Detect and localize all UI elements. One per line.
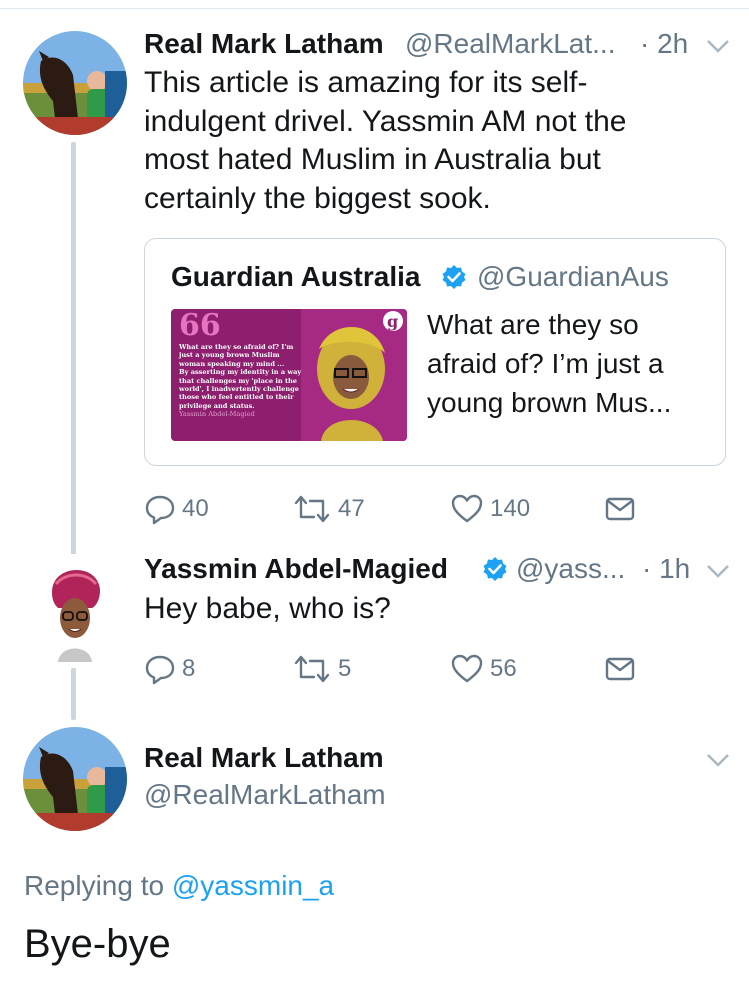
reply-icon [145,495,175,525]
image-quote-line: What are they so afraid of? I'm [179,343,294,351]
like-icon [451,494,483,523]
like-button[interactable]: 140 [450,489,530,529]
tweet-text: This article is amazing for its self- in… [144,64,714,218]
quoted-tweet-text: What are they so afraid of? I’m just a y… [427,305,717,422]
image-quote-line: privilege and status. [179,401,255,410]
like-count: 56 [490,655,517,682]
verified-badge-icon [483,557,507,581]
tweet-text-line: indulgent drivel. Yassmin AM not the [144,104,627,138]
svg-text:66: 66 [179,309,221,343]
verified-badge-icon [442,265,466,289]
quoted-author-name: Guardian Australia [171,261,421,292]
image-quote-text: What are they so afraid of? I'm just a y… [179,343,311,419]
quoted-text-line: afraid of? I’m just a [427,348,664,379]
author-name[interactable]: Real Mark Latham [144,742,384,774]
tweet-actions: 40 47 140 [144,489,704,529]
reply-button[interactable]: 40 [144,489,209,529]
thread-line-2 [71,668,76,720]
dm-icon [605,657,635,681]
avatar-mark-latham[interactable] [23,727,127,831]
retweet-button[interactable]: 47 [292,489,365,529]
quoted-tweet-card[interactable]: Guardian Australia @GuardianAus 66 g Wha… [144,238,726,466]
author-handle[interactable]: @yass... [516,553,625,585]
author-name[interactable]: Yassmin Abdel-Magied [144,553,448,585]
avatar-mark-latham[interactable] [23,31,127,135]
avatar-yassmin[interactable] [46,554,104,662]
quoted-article-image[interactable]: 66 g What are they so afraid of? I'm jus… [171,309,407,441]
tweet-actions: 8 5 56 [144,649,704,689]
image-attribution: Yassmin Abdel-Magied [179,410,255,419]
reply-count: 40 [182,495,209,522]
like-count: 140 [490,495,531,522]
replying-prefix: Replying to [24,870,172,901]
chevron-down-icon[interactable] [706,38,730,54]
retweet-count: 47 [338,495,365,522]
reply-icon [145,655,175,685]
retweet-button[interactable]: 5 [292,649,351,689]
tweet-time[interactable]: · 2h [640,28,688,60]
dm-button[interactable] [604,649,636,689]
like-icon [451,654,483,683]
image-quote-line: that challenges my 'place in the [179,376,297,385]
dm-button[interactable] [604,489,636,529]
reply-count: 8 [182,655,196,682]
tweet-time[interactable]: · 1h [642,553,690,585]
tweet-text-line: This article is amazing for its self- [144,66,588,99]
dm-icon [605,497,635,521]
image-logo-text: g [387,312,398,331]
author-handle[interactable]: @RealMarkLat... [405,28,616,60]
tweet-text-line: most hated Muslim in Australia but [144,143,601,176]
retweet-icon [294,655,330,683]
retweet-count: 5 [338,655,352,682]
image-quote-line: just a young brown Muslim [179,351,280,360]
thread-line-1 [71,142,76,562]
tweet-text: Hey babe, who is? [144,592,391,625]
quoted-text-line: young brown Mus... [427,387,672,418]
chevron-down-icon[interactable] [706,752,730,768]
author-name[interactable]: Real Mark Latham [144,28,384,60]
top-divider [0,8,749,9]
tweet-text-line: certainly the biggest sook. [144,181,491,215]
quoted-author-handle: @GuardianAus [477,261,669,292]
retweet-icon [294,495,330,523]
replying-to-mention[interactable]: @yassmin_a [172,870,334,901]
focused-tweet-text: Bye-bye [24,922,171,966]
like-button[interactable]: 56 [450,649,517,689]
author-handle[interactable]: @RealMarkLatham [144,779,386,811]
chevron-down-icon[interactable] [706,563,730,579]
image-quote-line: By asserting my identity in a way [179,368,302,377]
image-quote-line: those who feel entitled to their [179,393,294,402]
image-quote-line: woman speaking my mind ... [179,359,285,368]
image-quote-line: world', I inadvertently challenge [179,385,299,394]
reply-button[interactable]: 8 [144,649,195,689]
replying-to-label: Replying to @yassmin_a [24,870,334,902]
quoted-text-line: What are they so [427,309,639,340]
